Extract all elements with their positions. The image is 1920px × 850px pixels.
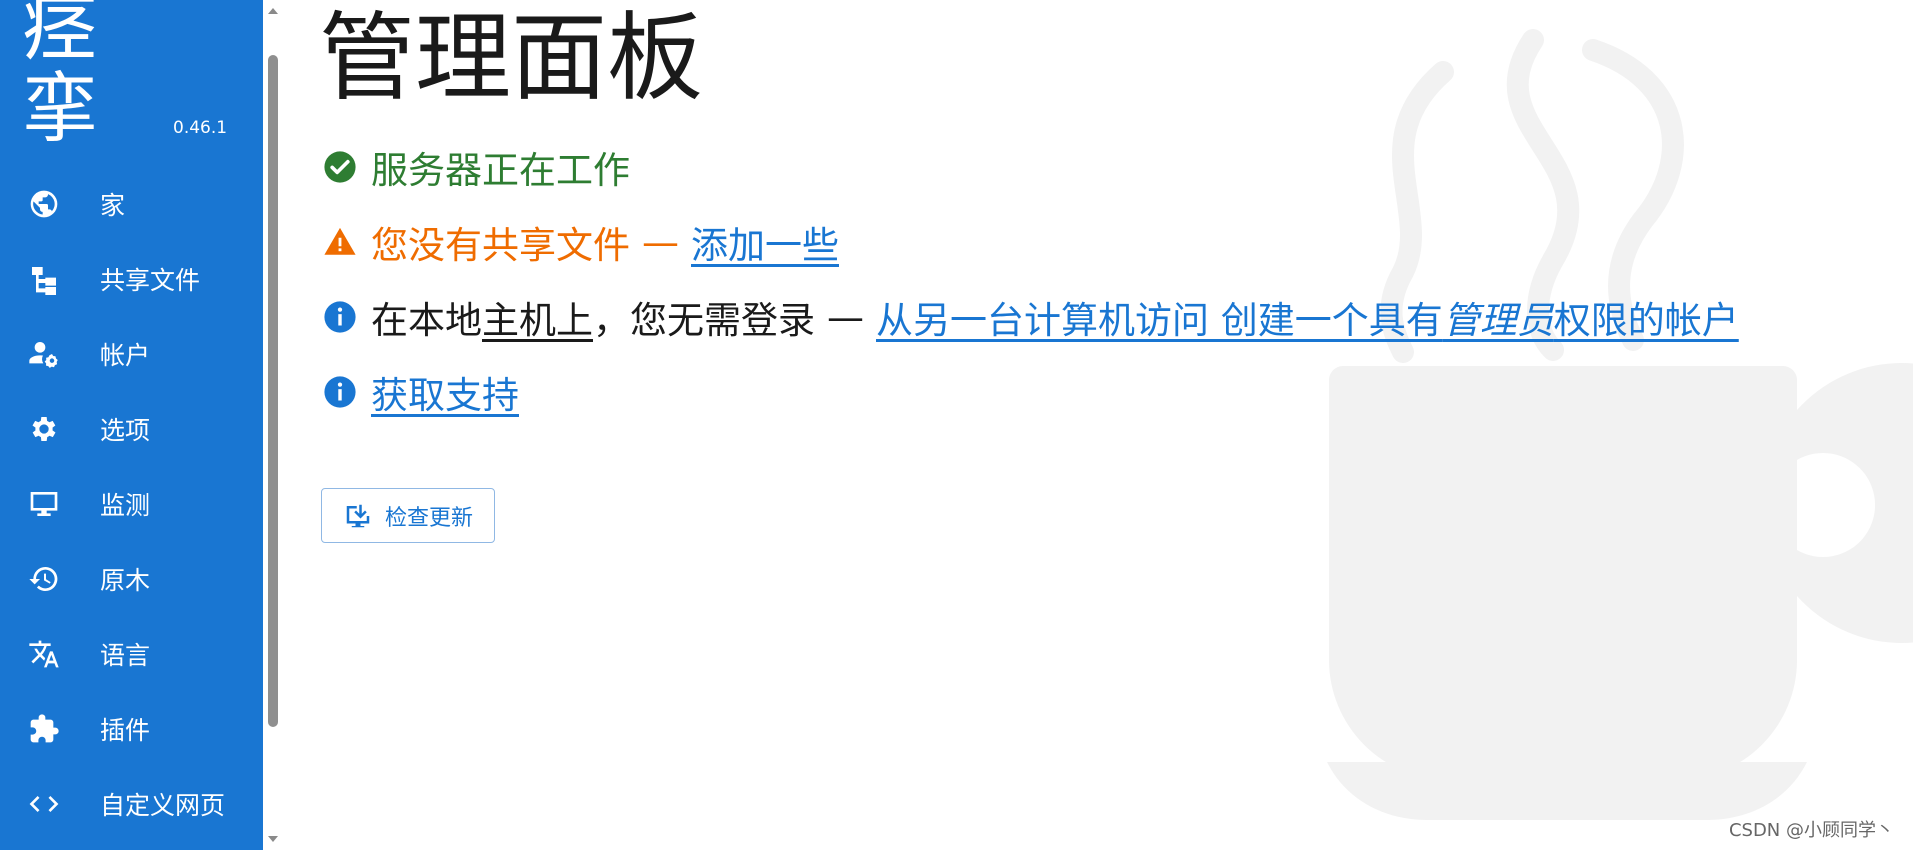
info-icon xyxy=(323,374,359,410)
main-content: 管理面板 服务器正在工作 您没有共享文件 — 添加一些 在本地 主机上 ，您无需… xyxy=(283,0,1920,850)
sidebar-scrollbar[interactable] xyxy=(263,0,283,850)
sidebar-item-options[interactable]: 选项 xyxy=(0,391,263,466)
check-update-button[interactable]: 检查更新 xyxy=(321,488,495,543)
no-shares-text: 您没有共享文件 xyxy=(371,224,630,267)
app-logo-text: 痉挛 xyxy=(22,0,98,153)
admin-emphasis: 管理员 xyxy=(1442,299,1554,342)
local-text-2: ，您无需登录 xyxy=(593,299,815,342)
watermark: CSDN @小顾同学丶 xyxy=(1728,820,1894,841)
remote-access-text: 从另一台计算机访问 创建一个具有 xyxy=(876,299,1443,342)
sidebar-item-label: 帐户 xyxy=(100,340,151,370)
get-support-link[interactable]: 获取支持 xyxy=(371,365,519,419)
sidebar-nav: 家 共享文件 帐户 选项 监测 原木 语言 插件 自定义网页 xyxy=(0,166,263,841)
local-login-info: 在本地 主机上 ，您无需登录 — 从另一台计算机访问 创建一个具有管理员权限的帐… xyxy=(323,290,1739,344)
gear-icon xyxy=(27,412,61,446)
sidebar-item-label: 家 xyxy=(100,190,126,220)
file-tree-icon xyxy=(27,262,61,296)
scroll-thumb[interactable] xyxy=(268,55,278,727)
no-shares-warning: 您没有共享文件 — 添加一些 xyxy=(323,215,839,269)
globe-icon xyxy=(27,187,61,221)
sidebar-item-accounts[interactable]: 帐户 xyxy=(0,316,263,391)
monitor-icon xyxy=(27,487,61,521)
server-status-text: 服务器正在工作 xyxy=(371,149,630,192)
sidebar-item-logs[interactable]: 原木 xyxy=(0,541,263,616)
app-version: 0.46.1 xyxy=(173,118,228,138)
history-icon xyxy=(27,562,61,596)
info-icon xyxy=(323,299,359,335)
page-title: 管理面板 xyxy=(319,2,703,114)
coffee-cup-icon xyxy=(1327,29,1913,820)
scroll-down-arrow-icon[interactable] xyxy=(268,836,278,842)
sidebar-item-shares[interactable]: 共享文件 xyxy=(0,241,263,316)
sidebar-item-label: 自定义网页 xyxy=(100,790,226,820)
sidebar-item-label: 共享文件 xyxy=(100,265,201,295)
sidebar-item-label: 监测 xyxy=(100,490,151,520)
sidebar-item-language[interactable]: 语言 xyxy=(0,616,263,691)
sidebar-item-plugins[interactable]: 插件 xyxy=(0,691,263,766)
sidebar-item-custom-html[interactable]: 自定义网页 xyxy=(0,766,263,841)
admin-tail-text: 权限的帐户 xyxy=(1553,299,1739,342)
sidebar-item-monitor[interactable]: 监测 xyxy=(0,466,263,541)
sidebar-item-label: 语言 xyxy=(100,640,151,670)
sidebar-item-label: 选项 xyxy=(100,415,151,445)
localhost-term: 主机上 xyxy=(482,299,593,342)
sidebar-item-label: 原木 xyxy=(100,565,151,595)
check-circle-icon xyxy=(323,149,359,185)
separator-dash: — xyxy=(827,295,864,339)
support-line: 获取支持 xyxy=(323,365,519,419)
translate-icon xyxy=(27,637,61,671)
account-cog-icon xyxy=(27,337,61,371)
server-status: 服务器正在工作 xyxy=(323,140,630,194)
sidebar-item-home[interactable]: 家 xyxy=(0,166,263,241)
check-update-label: 检查更新 xyxy=(384,504,473,530)
local-text-1: 在本地 xyxy=(371,299,482,342)
brand: 痉挛 0.46.1 xyxy=(0,0,263,160)
add-shares-link[interactable]: 添加一些 xyxy=(691,215,839,269)
code-icon xyxy=(27,787,61,821)
scroll-up-arrow-icon[interactable] xyxy=(268,8,278,14)
warning-icon xyxy=(323,224,359,260)
puzzle-icon xyxy=(27,712,61,746)
download-icon xyxy=(346,504,370,527)
sidebar: 痉挛 0.46.1 家 共享文件 帐户 选项 监测 原木 语言 插件 自定义网页 xyxy=(0,0,263,850)
create-admin-account-link[interactable]: 从另一台计算机访问 创建一个具有管理员权限的帐户 xyxy=(876,290,1739,344)
separator-dash: — xyxy=(642,220,679,264)
sidebar-item-label: 插件 xyxy=(100,715,151,745)
